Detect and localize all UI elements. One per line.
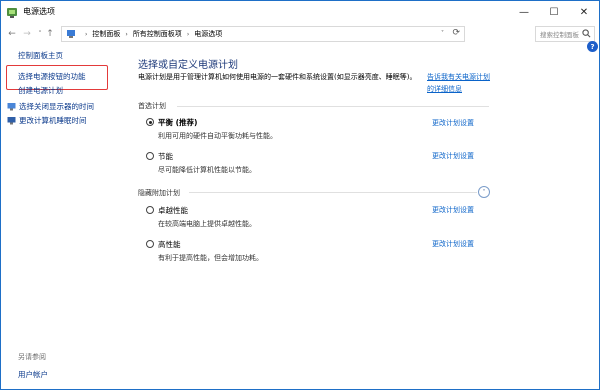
- plan-power-saver-name: 节能: [158, 152, 173, 161]
- section-divider: [189, 192, 477, 193]
- hidden-plans-title: 隐藏附加计划: [138, 189, 180, 197]
- plan-power-saver-radio[interactable]: [146, 152, 154, 160]
- sleep-time-link[interactable]: 更改计算机睡眠时间: [7, 115, 87, 126]
- window-title: 电源选项: [23, 7, 55, 16]
- breadcrumb-control-panel[interactable]: 控制面板: [92, 29, 120, 39]
- address-bar[interactable]: › 控制面板 › 所有控制面板项 › 电源选项 ˅ ⟳: [61, 26, 465, 42]
- plan-power-saver-desc: 尽可能降低计算机性能以节能。: [158, 166, 256, 174]
- address-dropdown-icon[interactable]: ˅: [441, 30, 444, 37]
- power-options-window: 电源选项 — ☐ ✕ ← → ˅ ↑ › 控制面板 › 所有控制面板项 › 电源…: [0, 0, 600, 390]
- plan-high-performance-desc: 有利于提高性能，但会增加功耗。: [158, 254, 263, 262]
- plan-ultimate-radio[interactable]: [146, 206, 154, 214]
- title-bar: 电源选项 — ☐ ✕: [1, 1, 599, 23]
- forward-button[interactable]: →: [21, 27, 33, 41]
- display-off-time-link[interactable]: 选择关闭显示器的时间: [7, 101, 94, 112]
- control-panel-icon: [67, 30, 75, 38]
- change-plan-settings-link-ultimate[interactable]: 更改计划设置: [432, 205, 474, 215]
- breadcrumb-all-items[interactable]: 所有控制面板项: [133, 29, 182, 39]
- display-off-time-label: 选择关闭显示器的时间: [19, 102, 94, 111]
- change-plan-settings-link-power-saver[interactable]: 更改计划设置: [432, 151, 474, 161]
- navigation-bar: ← → ˅ ↑ › 控制面板 › 所有控制面板项 › 电源选项 ˅ ⟳ 搜索控制…: [1, 23, 599, 45]
- close-button[interactable]: ✕: [569, 1, 599, 23]
- breadcrumb-power-options[interactable]: 电源选项: [194, 29, 222, 39]
- sleep-time-label: 更改计算机睡眠时间: [19, 116, 87, 125]
- main-content: 选择或自定义电源计划 电源计划是用于管理计算机如何使用电源的一套硬件和系统设置(…: [125, 45, 599, 389]
- power-options-icon: [7, 8, 17, 18]
- search-placeholder: 搜索控制面板: [540, 31, 579, 39]
- create-power-plan-link[interactable]: 创建电源计划: [18, 85, 63, 96]
- minimize-button[interactable]: —: [509, 1, 539, 23]
- back-button[interactable]: ←: [6, 27, 18, 41]
- refresh-icon[interactable]: ⟳: [452, 28, 460, 38]
- left-navigation-pane: 控制面板主页 选择电源按钮的功能 创建电源计划 选择关闭显示器的时间 更改计算机…: [1, 45, 125, 389]
- change-plan-settings-link-high-performance[interactable]: 更改计划设置: [432, 239, 474, 249]
- monitor-shield-icon: [7, 103, 16, 111]
- page-title: 选择或自定义电源计划: [138, 60, 238, 71]
- see-also-label: 另请参阅: [18, 353, 46, 361]
- plan-balanced-radio[interactable]: [146, 118, 154, 126]
- section-divider: [177, 106, 489, 107]
- plan-balanced-name: 平衡 (推荐): [158, 118, 198, 127]
- breadcrumb-separator-icon: ›: [85, 30, 88, 38]
- collapse-icon[interactable]: ˄: [478, 186, 490, 198]
- page-description-text: 电源计划是用于管理计算机如何使用电源的一套硬件和系统设置(如显示器亮度、睡眠等)…: [138, 73, 417, 81]
- up-button[interactable]: ↑: [44, 27, 56, 41]
- plan-high-performance-name: 高性能: [158, 240, 181, 249]
- search-input[interactable]: 搜索控制面板: [535, 26, 595, 42]
- preferred-plans-title: 首选计划: [138, 102, 166, 110]
- search-icon: [582, 29, 591, 38]
- choose-power-button-link[interactable]: 选择电源按钮的功能: [18, 71, 86, 82]
- plan-balanced-desc: 利用可用的硬件自动平衡功耗与性能。: [158, 132, 277, 140]
- control-panel-home-link[interactable]: 控制面板主页: [18, 50, 63, 61]
- plan-ultimate-desc: 在较高端电脑上提供卓越性能。: [158, 220, 256, 228]
- breadcrumb-separator-icon: ›: [186, 30, 190, 38]
- monitor-moon-icon: [7, 117, 16, 125]
- breadcrumb-separator-icon: ›: [125, 30, 128, 38]
- user-accounts-link[interactable]: 用户帐户: [18, 369, 48, 380]
- plan-high-performance-radio[interactable]: [146, 240, 154, 248]
- plan-ultimate-name: 卓越性能: [158, 206, 188, 215]
- power-plan-info-link[interactable]: 告诉我有关电源计划的详细信息: [427, 71, 491, 95]
- change-plan-settings-link-balanced[interactable]: 更改计划设置: [432, 118, 474, 128]
- maximize-button[interactable]: ☐: [539, 1, 569, 23]
